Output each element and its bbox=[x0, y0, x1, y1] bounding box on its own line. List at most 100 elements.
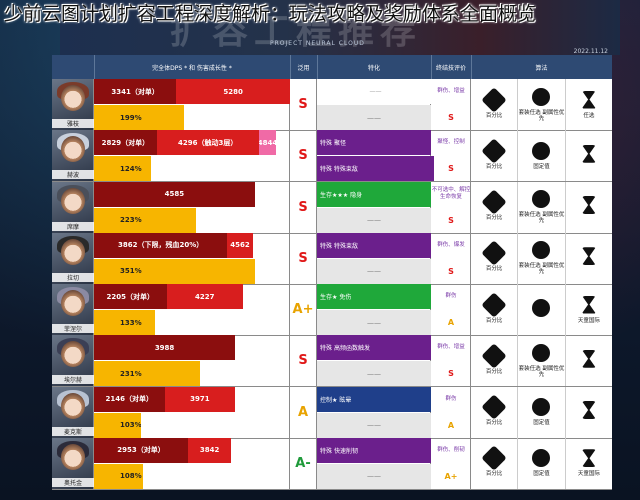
algo-label: 百分比 bbox=[485, 163, 503, 170]
character-portrait[interactable]: 菲涅尔 bbox=[52, 284, 94, 335]
portrait-face bbox=[61, 290, 85, 316]
algo-label: 天童国际 bbox=[577, 471, 600, 478]
review-text: 群伤、爆发 bbox=[437, 241, 465, 248]
review-grade: S bbox=[448, 266, 454, 276]
feature-tag: 特殊 bbox=[320, 140, 333, 148]
character-portrait[interactable]: 麦克斯 bbox=[52, 386, 94, 438]
dps-bar-primary: 3862（下限，残血20%） bbox=[94, 232, 228, 258]
percent-algo-icon bbox=[481, 394, 507, 420]
feature-label: 特殊 聚怪 bbox=[317, 130, 431, 156]
percent-algo-icon bbox=[481, 343, 507, 369]
growth-bar: 231% bbox=[94, 361, 200, 387]
free-algo-icon bbox=[581, 90, 596, 109]
algo-label: 任选 bbox=[583, 112, 595, 119]
free-algo-icon bbox=[581, 449, 596, 468]
character-name: 雅枝 bbox=[52, 119, 94, 128]
character-name: 菲涅尔 bbox=[52, 324, 94, 333]
feature-label: 特殊 快速削韧 bbox=[317, 437, 431, 463]
feature-text: 眩晕 bbox=[339, 396, 352, 404]
header-portrait bbox=[52, 55, 95, 79]
feature-sub: —— bbox=[317, 105, 431, 130]
feature-label: —— bbox=[317, 79, 431, 104]
character-portrait[interactable]: 席摩 bbox=[52, 181, 94, 233]
algo-slot: 套装任选 副属性优先 bbox=[518, 335, 566, 387]
character-portrait[interactable]: 拉切 bbox=[52, 232, 94, 284]
growth-bar: 108% bbox=[94, 463, 143, 489]
dps-cell: 2829（对单） 4296（触动3层） 4844 124% bbox=[94, 130, 290, 182]
algo-cell: 百分比 固定值 天童国际 bbox=[471, 437, 612, 489]
review-grade: S bbox=[448, 369, 454, 379]
free-algo-icon bbox=[581, 349, 596, 368]
review-cell: 不可选中、解控 生命恢复 S bbox=[431, 181, 471, 233]
character-portrait[interactable]: 雅枝 bbox=[52, 79, 94, 130]
growth-bar: 199% bbox=[94, 105, 185, 130]
portrait-face bbox=[61, 392, 85, 419]
review-cell: 群伤、增益 S bbox=[431, 79, 471, 130]
algo-cell: 百分比 套装任选 副属性优先 任选 bbox=[471, 79, 612, 130]
algo-slot: 套装任选 副属性优先 bbox=[518, 232, 566, 284]
recommend-table: 完全体DPS * 和 伤害成长性 * 泛用 特化 终结技评价 算法 雅枝 334… bbox=[52, 55, 612, 490]
dps-bar-primary: 2829（对单） bbox=[94, 130, 157, 156]
algo-slot bbox=[566, 182, 612, 233]
algo-slot: 百分比 bbox=[471, 284, 519, 335]
character-name: 拉切 bbox=[52, 272, 94, 282]
feature-sub: —— bbox=[317, 412, 431, 438]
algo-slot: 百分比 bbox=[471, 130, 519, 182]
portrait-face bbox=[61, 187, 85, 214]
portrait-face bbox=[61, 341, 85, 368]
set-algo-icon bbox=[532, 190, 551, 208]
review-text: 群伤、增益 bbox=[437, 344, 465, 351]
general-grade: A bbox=[290, 386, 317, 438]
algo-slot: 套装任选 副属性优先 bbox=[518, 181, 566, 233]
feature-cell: 生存★ 免伤 —— bbox=[317, 284, 431, 335]
character-portrait[interactable]: 奥托金 bbox=[52, 437, 94, 489]
dps-bar-secondary: 5280 bbox=[176, 79, 290, 104]
algo-slot: 百分比 bbox=[471, 386, 519, 438]
dps-cell: 2205（对单） 4227 133% bbox=[94, 284, 290, 335]
review-grade: S bbox=[448, 113, 454, 122]
feature-cell: 特殊 高频函数触发 —— bbox=[317, 335, 431, 387]
algo-slot bbox=[566, 335, 612, 386]
algo-label: 百分比 bbox=[485, 471, 503, 478]
feature-label: 特殊 高频函数触发 bbox=[317, 335, 431, 361]
character-portrait[interactable]: 赫波 bbox=[52, 130, 94, 182]
feature-cell: 控制★ 眩晕 —— bbox=[317, 386, 431, 438]
dps-bar-primary: 3341（对单） bbox=[94, 79, 177, 104]
feature-label: 控制★ 眩晕 bbox=[317, 386, 431, 412]
header-grade: 泛用 bbox=[290, 55, 318, 79]
review-cell: 聚怪、控制 S bbox=[431, 130, 471, 182]
dps-bar-primary: 4585 bbox=[94, 181, 255, 207]
set-algo-icon bbox=[532, 398, 551, 416]
review-text: 群伤 bbox=[445, 395, 457, 402]
algo-label: 百分比 bbox=[485, 368, 503, 375]
percent-algo-icon bbox=[481, 86, 507, 113]
feature-cell: 特殊 快速削韧 —— bbox=[317, 437, 431, 489]
growth-bar: 124% bbox=[94, 156, 151, 182]
review-text: 群伤、削韧 bbox=[437, 446, 465, 453]
percent-algo-icon bbox=[481, 138, 507, 164]
character-portrait[interactable]: 埃尔赫 bbox=[52, 335, 94, 387]
algo-label: 固定值 bbox=[533, 420, 550, 426]
dps-cell: 2953（对单） 3842 108% bbox=[94, 437, 290, 489]
review-cell: 群伤、增益 S bbox=[431, 335, 471, 387]
algo-cell: 百分比 套装任选 副属性优先 bbox=[471, 181, 612, 233]
algo-slot: 百分比 bbox=[471, 79, 519, 130]
feature-cell: 特殊 聚怪 特殊 特殊束敌 bbox=[317, 130, 434, 182]
feature-tag: 生存★ bbox=[320, 294, 338, 301]
feature-sub: —— bbox=[317, 463, 431, 489]
algo-cell: 百分比 套装任选 副属性优先 bbox=[471, 232, 612, 284]
dps-bar-secondary: 4296（触动3层） bbox=[156, 130, 259, 156]
algo-slot: 固定值 bbox=[518, 130, 566, 182]
algo-slot bbox=[518, 284, 566, 335]
percent-algo-icon bbox=[481, 291, 507, 318]
dps-bar-secondary: 3971 bbox=[164, 386, 236, 412]
feature-tag: 生存★★★ bbox=[320, 191, 349, 199]
algo-slot: 百分比 bbox=[471, 335, 519, 387]
set-algo-icon bbox=[532, 241, 551, 260]
algo-label: 固定值 bbox=[533, 471, 550, 478]
table-row: 雅枝 3341（对单） 5280 199% S —— —— 群伤、增益 S 百分… bbox=[52, 79, 612, 131]
algo-slot: 天童国际 bbox=[566, 438, 612, 489]
dps-cell: 3341（对单） 5280 199% bbox=[94, 79, 290, 130]
feature-label: 特殊 特殊束敌 bbox=[317, 232, 431, 258]
algo-cell: 百分比 固定值 bbox=[471, 130, 612, 182]
